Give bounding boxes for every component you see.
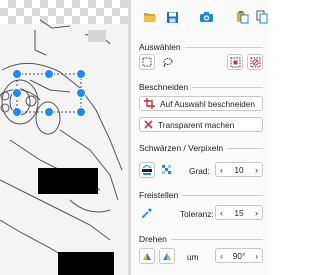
make-transparent-label: Transparent machen <box>158 119 235 130</box>
grad-value: 10 <box>234 164 244 175</box>
chevron-left-icon[interactable]: ‹ <box>220 165 223 175</box>
chevron-left-icon[interactable]: ‹ <box>220 208 223 218</box>
deselect-button[interactable] <box>247 54 263 70</box>
save-icon[interactable] <box>163 8 181 26</box>
blacken-button[interactable] <box>139 162 155 178</box>
eyedropper-icon <box>142 208 152 218</box>
blacken-icon <box>142 164 152 175</box>
make-transparent-button[interactable]: Transparent machen <box>139 117 263 132</box>
section-schwaerzen: Schwärzen / Verpixeln <box>139 143 263 153</box>
section-title-auswaehlen: Auswählen <box>139 42 181 52</box>
section-title-freistellen: Freistellen <box>139 190 179 200</box>
chevron-right-icon[interactable]: › <box>255 208 258 218</box>
tools-panel: Auswählen Beschneiden Auf Auswahl beschn… <box>131 0 269 275</box>
rect-select-icon <box>142 57 152 67</box>
chevron-right-icon[interactable]: › <box>255 251 258 261</box>
angle-value: 90° <box>232 250 246 261</box>
pixelate-button[interactable] <box>159 162 175 178</box>
chevron-right-icon[interactable]: › <box>255 165 258 175</box>
grad-spinner[interactable]: ‹ 10 › <box>215 162 263 177</box>
rotate-right-button[interactable] <box>159 248 175 264</box>
deselect-icon <box>250 57 260 67</box>
blackened-region <box>38 168 98 194</box>
section-title-drehen: Drehen <box>139 234 167 244</box>
angle-spinner[interactable]: ‹ 90° › <box>215 248 263 263</box>
lasso-select-button[interactable] <box>159 54 175 70</box>
chevron-left-icon[interactable]: ‹ <box>220 251 223 261</box>
section-title-beschneiden: Beschneiden <box>139 82 189 92</box>
camera-icon[interactable] <box>197 8 215 26</box>
crop-to-selection-button[interactable]: Auf Auswahl beschneiden <box>139 96 263 111</box>
pixelate-icon <box>162 165 171 174</box>
section-auswaehlen: Auswählen <box>139 42 263 52</box>
image-content <box>0 19 128 275</box>
rotate-left-icon <box>143 253 151 260</box>
toleranz-label: Toleranz: <box>180 209 214 219</box>
section-beschneiden: Beschneiden <box>139 82 263 92</box>
copy-icon[interactable] <box>253 8 271 26</box>
toleranz-value: 15 <box>234 207 244 218</box>
select-all-button[interactable] <box>227 54 243 70</box>
section-freistellen: Freistellen <box>139 190 263 200</box>
image-canvas[interactable] <box>0 0 128 275</box>
section-title-schwaerzen: Schwärzen / Verpixeln <box>139 143 224 153</box>
grad-label: Grad: <box>189 166 210 176</box>
crop-to-selection-label: Auf Auswahl beschneiden <box>160 98 256 109</box>
toleranz-spinner[interactable]: ‹ 15 › <box>215 205 263 220</box>
eyedropper-button[interactable] <box>139 205 155 221</box>
folder-open-icon[interactable] <box>141 8 159 26</box>
rect-select-button[interactable] <box>139 54 155 70</box>
blackened-region <box>58 252 114 275</box>
um-label: um <box>187 252 199 262</box>
toolbar <box>137 8 267 26</box>
close-icon <box>144 120 153 129</box>
crop-icon <box>144 98 155 109</box>
rotate-right-icon <box>163 253 171 260</box>
rotate-left-button[interactable] <box>139 248 155 264</box>
lasso-icon <box>163 57 172 67</box>
select-all-icon <box>230 57 240 67</box>
section-drehen: Drehen <box>139 234 263 244</box>
paste-icon[interactable] <box>233 8 251 26</box>
